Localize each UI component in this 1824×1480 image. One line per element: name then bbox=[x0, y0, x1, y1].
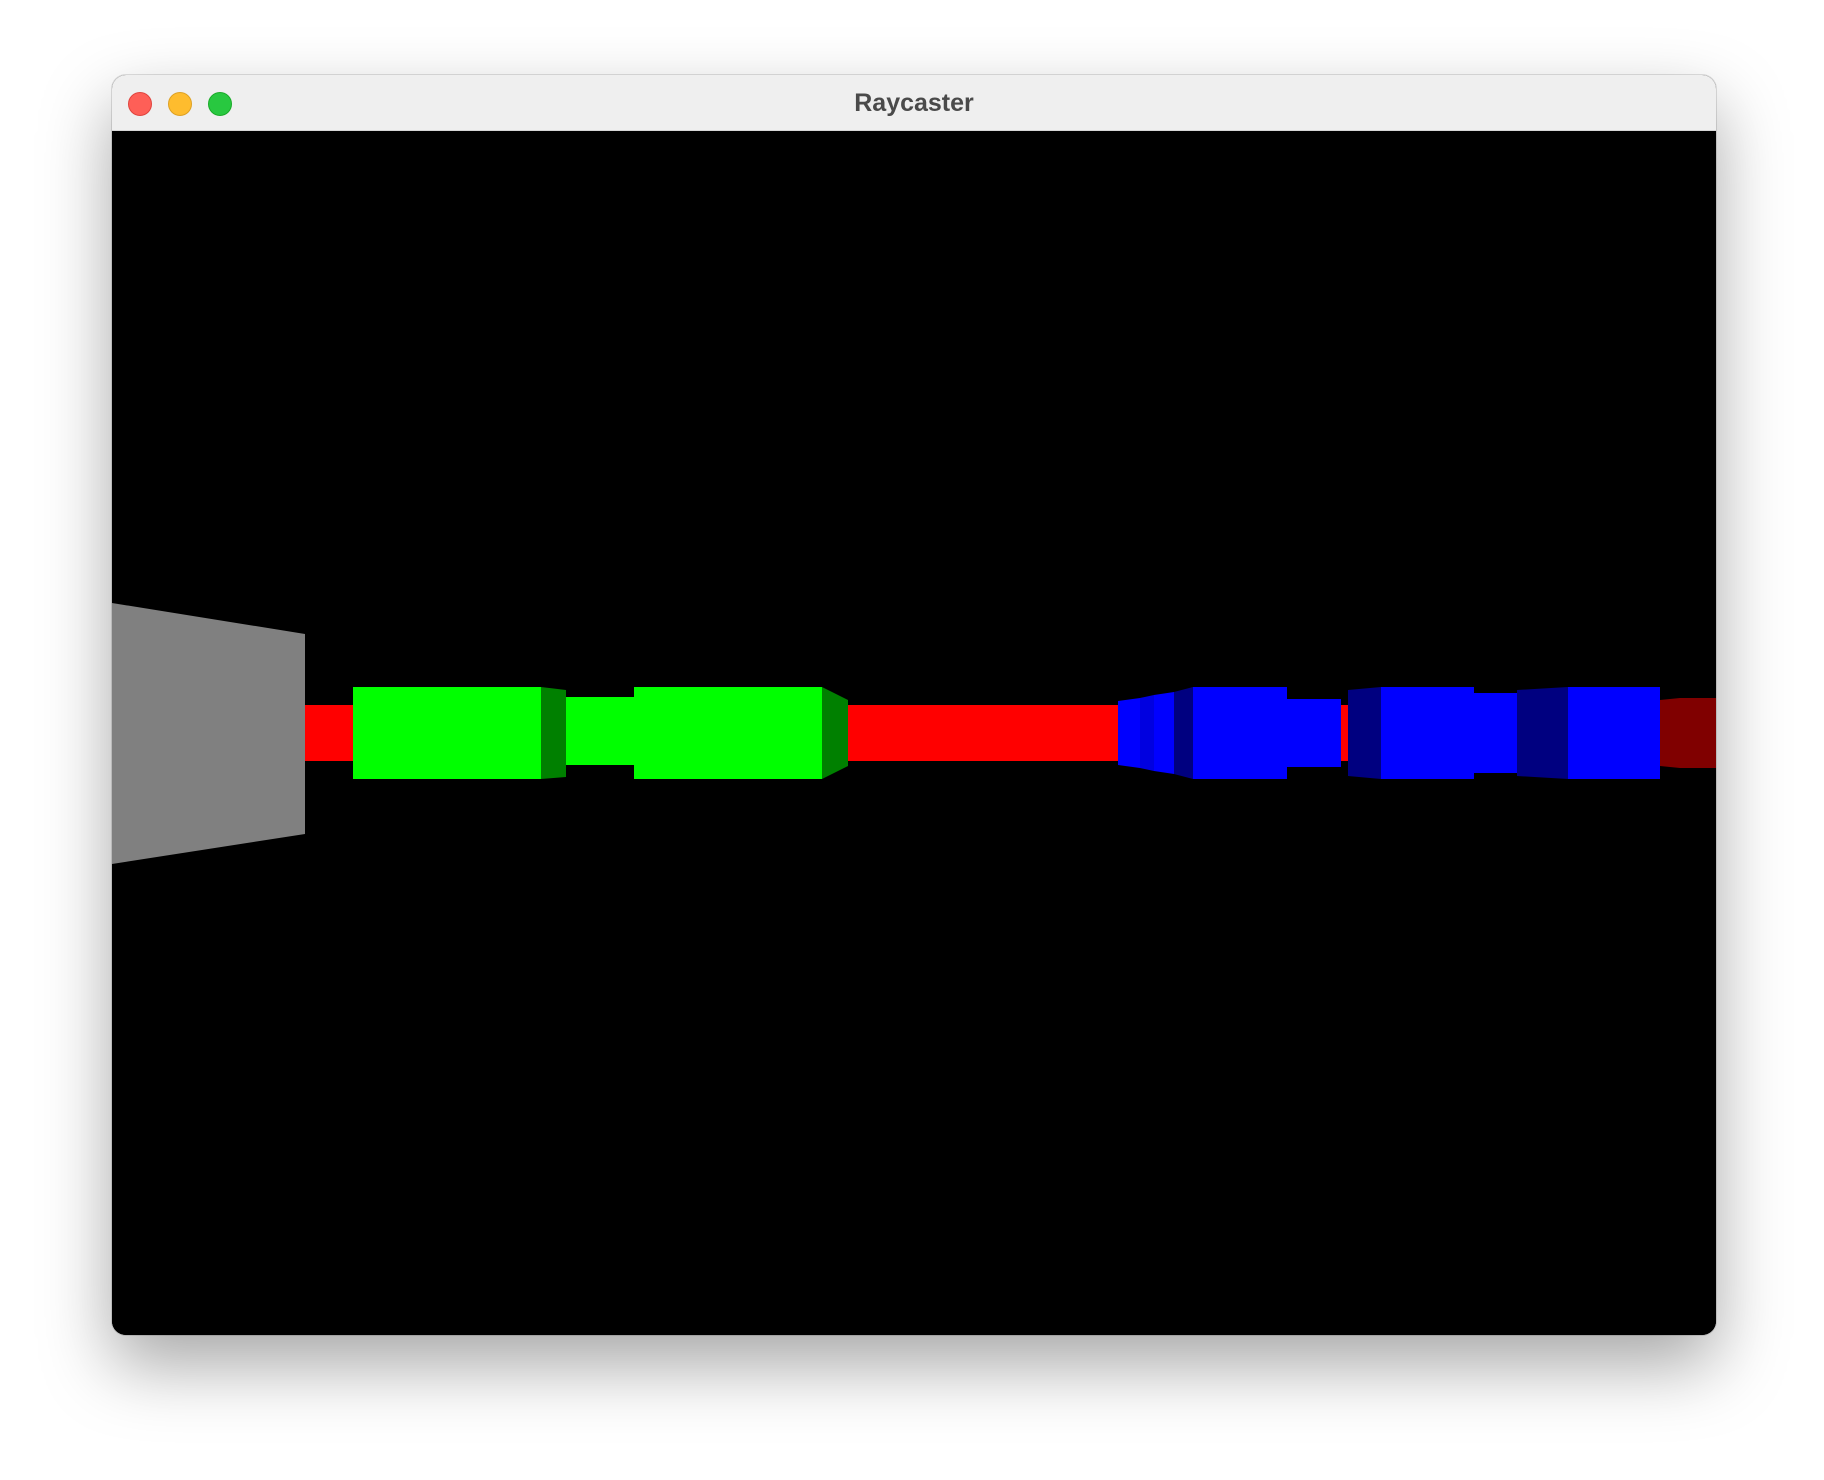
wall-blue-segment bbox=[1287, 699, 1341, 767]
wall-red-segment bbox=[305, 705, 353, 761]
wall-blue-slice bbox=[1140, 695, 1154, 771]
raycaster-window: Raycaster bbox=[112, 75, 1716, 1335]
wall-blue-segment bbox=[1474, 693, 1517, 773]
wall-green-segment bbox=[566, 697, 634, 765]
wall-red-gap bbox=[1341, 705, 1348, 761]
wall-blue-side bbox=[1348, 687, 1381, 779]
wall-green-block bbox=[353, 687, 541, 779]
wall-blue-side bbox=[1174, 687, 1193, 779]
wall-blue-block bbox=[1193, 687, 1287, 779]
window-title: Raycaster bbox=[854, 89, 974, 117]
wall-blue-slice bbox=[1154, 692, 1174, 774]
wall-green-side bbox=[822, 687, 848, 779]
wall-dark-red bbox=[1660, 698, 1716, 768]
wall-gray bbox=[112, 603, 305, 864]
wall-blue-slice bbox=[1118, 698, 1140, 768]
title-bar[interactable]: Raycaster bbox=[112, 75, 1716, 131]
wall-blue-block bbox=[1568, 687, 1660, 779]
raycaster-viewport[interactable] bbox=[112, 131, 1716, 1335]
wall-green-side bbox=[541, 687, 566, 779]
wall-blue-block bbox=[1381, 687, 1474, 779]
wall-blue-side bbox=[1517, 687, 1568, 779]
raycast-render bbox=[112, 131, 1716, 1335]
wall-red-segment bbox=[848, 705, 1118, 761]
wall-green-block bbox=[634, 687, 822, 779]
